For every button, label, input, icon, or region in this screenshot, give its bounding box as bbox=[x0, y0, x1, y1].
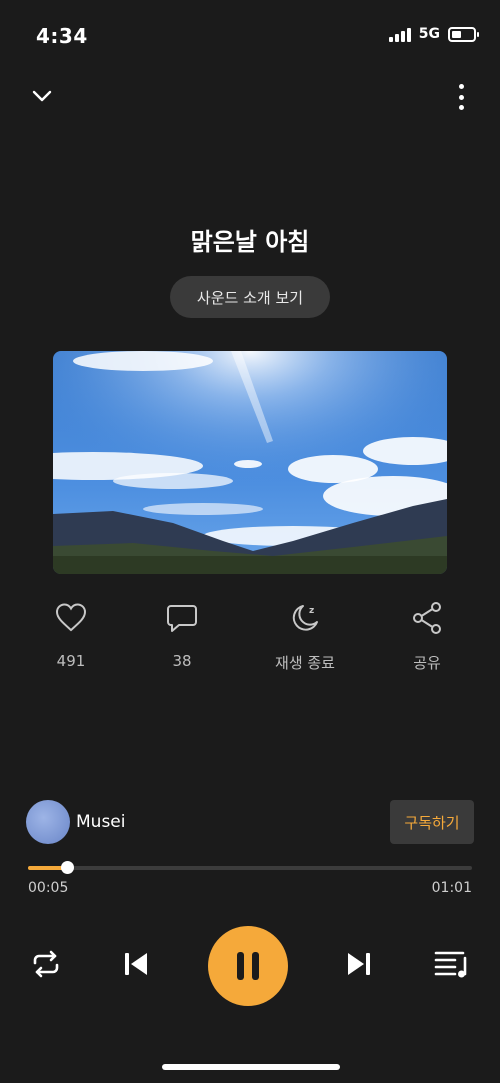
sleep-timer-label: 재생 종료 bbox=[275, 654, 335, 672]
track-title: 맑은날 아침 bbox=[190, 228, 310, 256]
heart-icon bbox=[55, 603, 87, 632]
next-button[interactable] bbox=[341, 946, 377, 982]
sleep-timer-icon: z bbox=[292, 605, 318, 631]
home-indicator[interactable] bbox=[162, 1064, 340, 1070]
skip-next-icon bbox=[348, 953, 370, 975]
album-artwork bbox=[53, 351, 447, 574]
status-time: 4:34 bbox=[36, 24, 88, 48]
share-icon bbox=[413, 602, 441, 634]
sound-intro-button[interactable]: 사운드 소개 보기 bbox=[170, 276, 330, 318]
more-vertical-icon[interactable] bbox=[456, 84, 466, 110]
like-count: 491 bbox=[56, 652, 86, 670]
progress-thumb[interactable] bbox=[60, 861, 74, 874]
action-bar: 491 38 z 재생 종료 공유 bbox=[0, 600, 500, 680]
artist-row: Musei 구독하기 bbox=[26, 800, 474, 846]
skip-previous-icon bbox=[125, 953, 147, 975]
chevron-down-icon[interactable] bbox=[30, 84, 54, 108]
subscribe-button[interactable]: 구독하기 bbox=[390, 800, 474, 844]
progress-track bbox=[28, 866, 472, 870]
pause-icon bbox=[237, 952, 259, 980]
current-time: 00:05 bbox=[28, 880, 69, 896]
pause-button[interactable] bbox=[208, 926, 288, 1006]
repeat-icon bbox=[33, 950, 59, 978]
progress-slider[interactable] bbox=[28, 861, 472, 874]
sleep-timer-action[interactable]: z 재생 종료 bbox=[255, 600, 355, 673]
share-label: 공유 bbox=[413, 654, 441, 672]
svg-text:z: z bbox=[309, 606, 314, 616]
like-action[interactable]: 491 bbox=[21, 600, 121, 670]
playlist-icon bbox=[434, 951, 467, 978]
repeat-button[interactable] bbox=[28, 946, 64, 982]
total-time: 01:01 bbox=[431, 880, 472, 896]
comment-action[interactable]: 38 bbox=[132, 600, 232, 670]
status-indicators: 5G bbox=[388, 26, 479, 42]
signal-icon bbox=[388, 26, 411, 42]
avatar[interactable] bbox=[26, 800, 70, 844]
player-screen: 4:34 5G 맑은날 아침 사운드 소개 보기 491 38 z 재생 종료 … bbox=[0, 0, 500, 1083]
previous-button[interactable] bbox=[118, 946, 154, 982]
artist-name[interactable]: Musei bbox=[76, 812, 125, 832]
comment-icon bbox=[167, 605, 197, 632]
playlist-button[interactable] bbox=[432, 946, 470, 982]
network-type: 5G bbox=[418, 26, 440, 42]
share-action[interactable]: 공유 bbox=[377, 600, 477, 673]
comment-count: 38 bbox=[172, 652, 192, 670]
battery-icon bbox=[448, 26, 479, 42]
